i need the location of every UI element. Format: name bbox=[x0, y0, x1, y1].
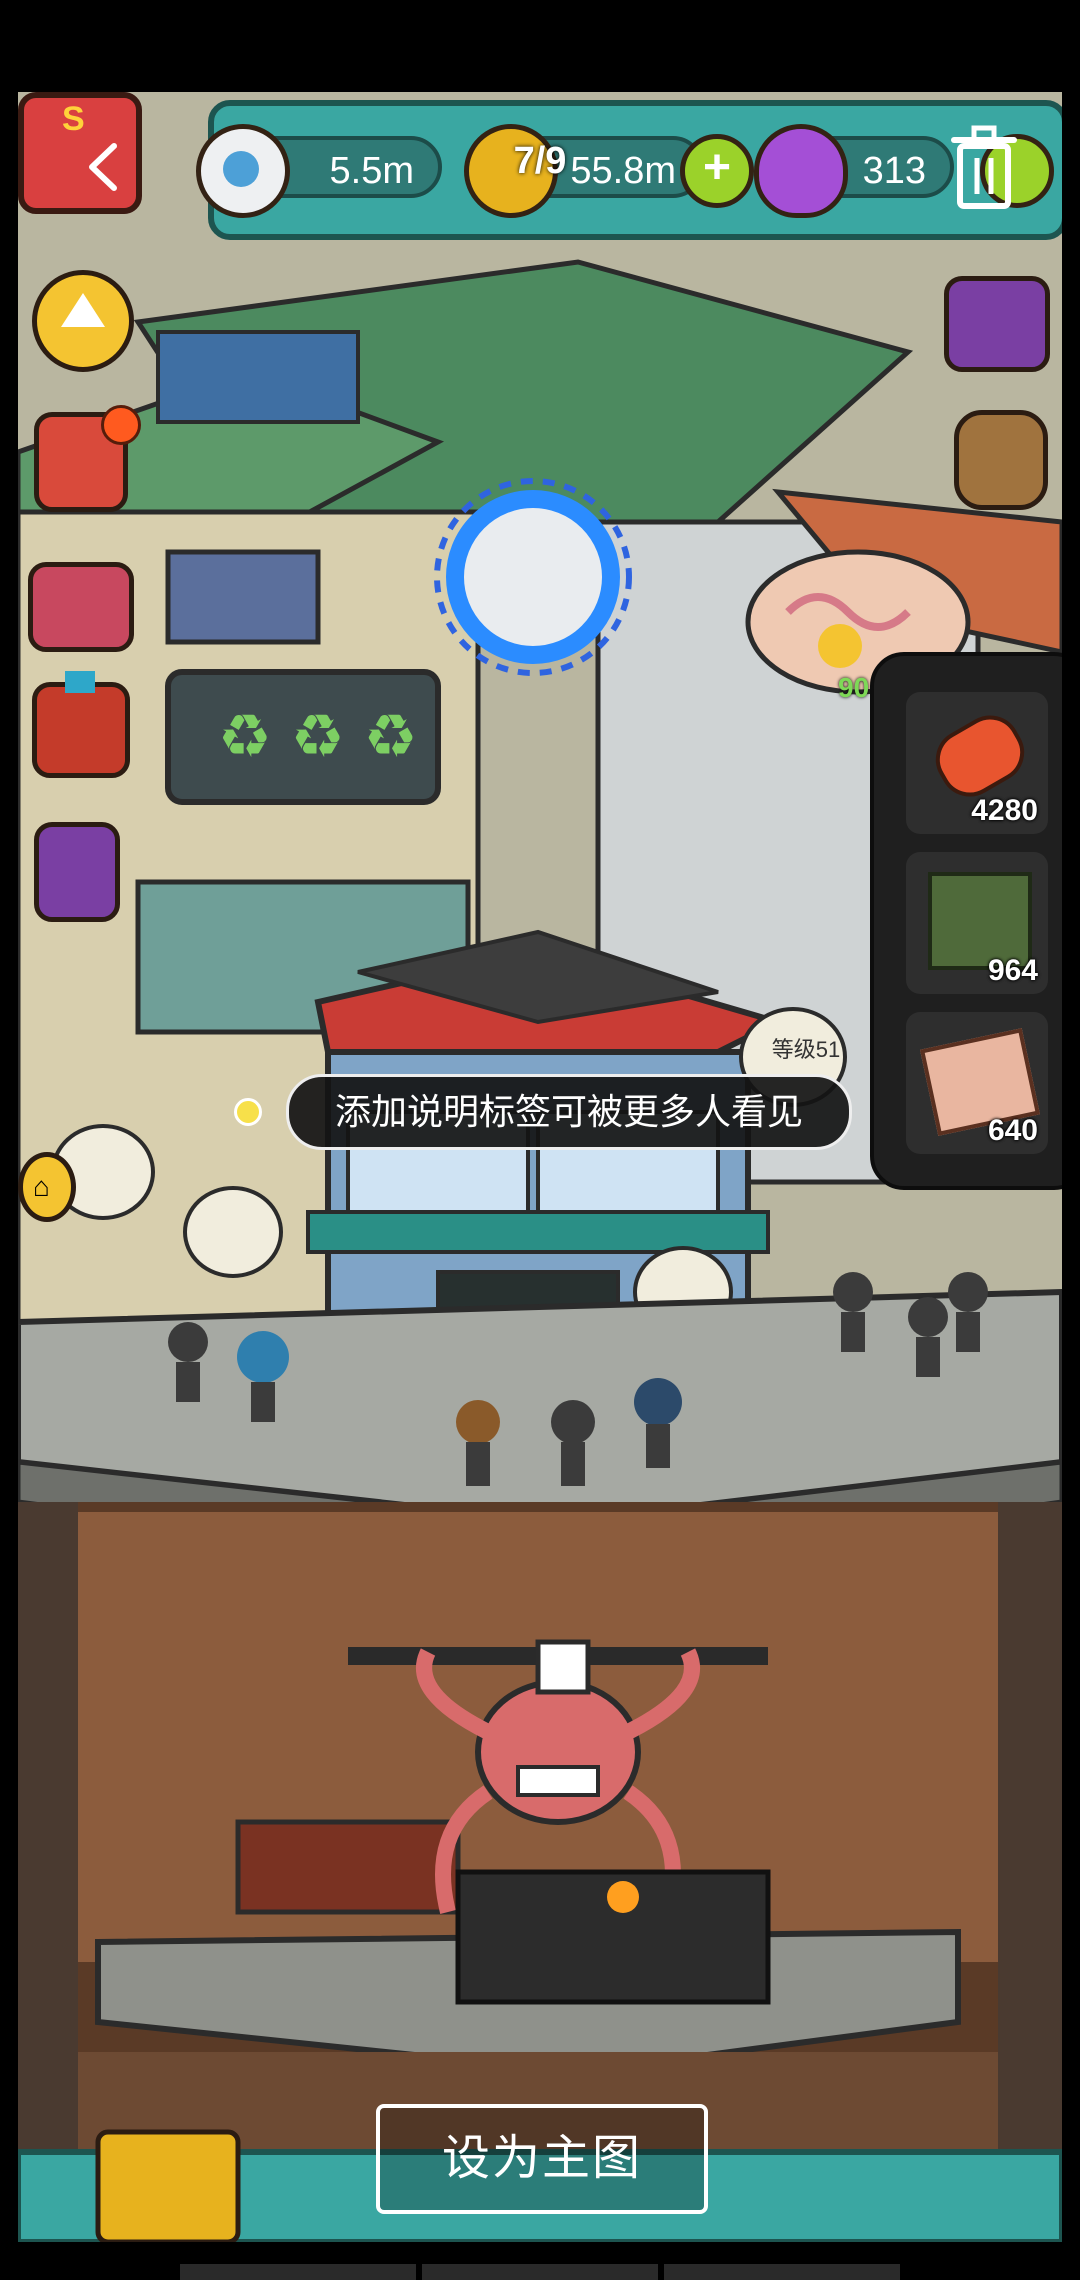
back-button[interactable] bbox=[70, 132, 140, 202]
ribbon-icon bbox=[65, 671, 95, 693]
gift-bag-button[interactable] bbox=[34, 405, 141, 512]
card-pack-button[interactable] bbox=[34, 822, 120, 922]
building-level-label: 等级51 bbox=[771, 1037, 841, 1062]
brain-chest-button[interactable] bbox=[28, 562, 134, 652]
delete-button[interactable] bbox=[944, 124, 1024, 214]
thumbnail[interactable] bbox=[422, 2264, 658, 2280]
upgrade-button[interactable] bbox=[32, 270, 134, 372]
set-main-image-button[interactable]: 设为主图 bbox=[376, 2104, 708, 2214]
thumbnail[interactable] bbox=[664, 2264, 900, 2280]
tv-ad-button[interactable] bbox=[944, 276, 1050, 372]
inventory-item-scroll[interactable]: 640 bbox=[906, 1012, 1048, 1154]
inventory-item-crate[interactable]: 964 bbox=[906, 852, 1048, 994]
item-count: 640 bbox=[987, 1114, 1038, 1147]
game-scene[interactable]: ♻ ♻ ♻ S 5.5m 55.8m + 313 ⌂ 90 等级51 4280 … bbox=[18, 92, 1062, 2242]
item-count: 4280 bbox=[971, 794, 1038, 827]
description-tag[interactable]: 添加说明标签可被更多人看见 bbox=[286, 1074, 852, 1150]
arrow-up-icon bbox=[61, 293, 105, 327]
backpack-button[interactable] bbox=[954, 410, 1048, 510]
svg-text:♻ ♻ ♻: ♻ ♻ ♻ bbox=[218, 702, 418, 772]
chevron-left-icon bbox=[89, 143, 117, 191]
thumbnail[interactable] bbox=[180, 2264, 416, 2280]
add-gold-button[interactable]: + bbox=[680, 134, 754, 208]
potion-icon bbox=[754, 124, 848, 218]
eyeball-icon bbox=[196, 124, 290, 218]
tag-anchor-dot[interactable] bbox=[234, 1098, 262, 1126]
inventory-popup: 4280 964 640 bbox=[870, 652, 1062, 1190]
eyeball-count: 5.5m bbox=[329, 150, 414, 192]
sad-face-icon bbox=[818, 624, 862, 668]
home-button[interactable]: ⌂ bbox=[18, 1152, 76, 1222]
home-icon: ⌂ bbox=[33, 1171, 50, 1202]
gift-box-button[interactable] bbox=[32, 671, 130, 778]
notification-value: 90 bbox=[838, 672, 870, 703]
image-counter: 7/9 bbox=[513, 140, 567, 182]
potion-count: 313 bbox=[862, 150, 926, 192]
resource-bar: 5.5m 55.8m + 313 bbox=[196, 100, 1062, 240]
trash-icon bbox=[951, 125, 1017, 209]
meat-bone-icon bbox=[924, 704, 1036, 808]
notification-dot bbox=[101, 405, 141, 445]
item-count: 964 bbox=[987, 954, 1038, 987]
inventory-item-meat[interactable]: 4280 bbox=[906, 692, 1048, 834]
thumbnail-strip bbox=[180, 2264, 900, 2280]
